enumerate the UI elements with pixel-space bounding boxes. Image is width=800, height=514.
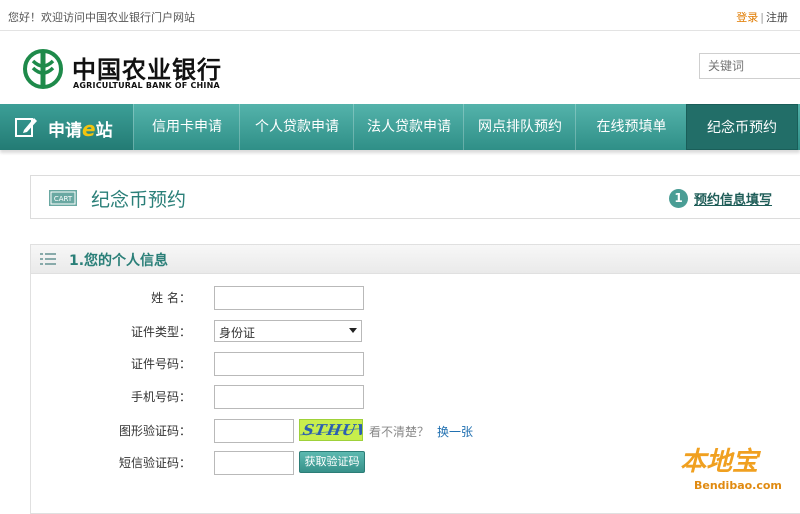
auth-separator: | (760, 11, 764, 24)
top-bar: 您好！欢迎访问中国农业银行门户网站 登录 | 注册 (0, 0, 800, 31)
captcha-refresh-link[interactable]: 换一张 (437, 423, 473, 440)
name-input[interactable] (214, 286, 364, 310)
phone-input[interactable] (214, 385, 364, 409)
name-label: 姓 名： (151, 291, 191, 305)
step-indicator: 1 预约信息填写 (669, 188, 772, 208)
id-number-label: 证件号码： (130, 357, 191, 371)
form-row-id-type: 证件类型： 身份证 (31, 320, 800, 344)
brand-prefix: 申请 (48, 121, 82, 141)
form-row-id-number: 证件号码： (31, 352, 800, 376)
dropdown-arrow-icon (349, 328, 357, 333)
brand-suffix: 站 (95, 121, 113, 141)
logo-text-en: AGRICULTURAL BANK OF CHINA (73, 81, 220, 90)
sms-code-input[interactable] (214, 451, 294, 475)
form-row-captcha: 图形验证码： STHUV 看不清楚？ 换一张 (31, 419, 800, 443)
form-row-phone: 手机号码： (31, 385, 800, 409)
section-title: 1.您的个人信息 (69, 253, 169, 269)
search-input[interactable] (699, 53, 800, 79)
bendibao-watermark: 本地宝 Bendibao.com (680, 441, 792, 499)
nav-item-personal-loan[interactable]: 个人贷款申请 (239, 104, 354, 150)
logo-text-cn: 中国农业银行 (72, 55, 222, 84)
nav-item-prefill-form[interactable]: 在线预填单 (575, 104, 687, 150)
site-header: 中国农业银行 AGRICULTURAL BANK OF CHINA (0, 31, 800, 104)
phone-label: 手机号码： (130, 390, 191, 404)
page-title: 纪念币预约 (91, 189, 187, 211)
pen-edit-icon (15, 118, 37, 137)
welcome-text: 您好！欢迎访问中国农业银行门户网站 (8, 11, 195, 24)
captcha-image[interactable]: STHUV (299, 419, 363, 441)
watermark-text-en: Bendibao.com (694, 479, 782, 492)
nav-item-coin-booking[interactable]: 纪念币预约 (686, 104, 798, 150)
abc-logo-icon[interactable] (22, 49, 64, 89)
id-number-input[interactable] (214, 352, 364, 376)
id-type-label: 证件类型： (130, 325, 191, 339)
captcha-input[interactable] (214, 419, 294, 443)
nav-brand[interactable]: 申请e站 (0, 104, 133, 150)
list-icon (40, 253, 56, 265)
watermark-text-cn: 本地宝 (680, 447, 759, 477)
step-number-badge: 1 (669, 189, 688, 208)
get-sms-code-button[interactable]: 获取验证码 (299, 451, 365, 473)
auth-links: 登录 | 注册 (736, 9, 788, 25)
id-type-select[interactable]: 身份证 (214, 320, 362, 342)
nav-brand-text: 申请e站 (48, 116, 113, 141)
login-link[interactable]: 登录 (736, 11, 758, 24)
id-type-value: 身份证 (219, 326, 256, 340)
nav-item-corporate-loan[interactable]: 法人贷款申请 (353, 104, 464, 150)
form-row-name: 姓 名： (31, 286, 800, 310)
captcha-label: 图形验证码： (118, 424, 191, 438)
register-link[interactable]: 注册 (766, 11, 788, 24)
nav-item-credit-card[interactable]: 信用卡申请 (133, 104, 240, 150)
brand-e-letter: e (82, 117, 96, 141)
sms-label: 短信验证码： (118, 456, 191, 470)
section-header: 1.您的个人信息 (31, 245, 800, 274)
cart-icon: CART (49, 190, 77, 206)
captcha-hint: 看不清楚？ (369, 425, 430, 439)
cart-icon-text: CART (54, 195, 73, 203)
nav-item-queue-booking[interactable]: 网点排队预约 (463, 104, 576, 150)
page-title-panel: CART 纪念币预约 1 预约信息填写 (30, 175, 800, 219)
step-label[interactable]: 预约信息填写 (694, 189, 772, 208)
main-nav: 申请e站 信用卡申请 个人贷款申请 法人贷款申请 网点排队预约 在线预填单 纪念… (0, 104, 800, 150)
